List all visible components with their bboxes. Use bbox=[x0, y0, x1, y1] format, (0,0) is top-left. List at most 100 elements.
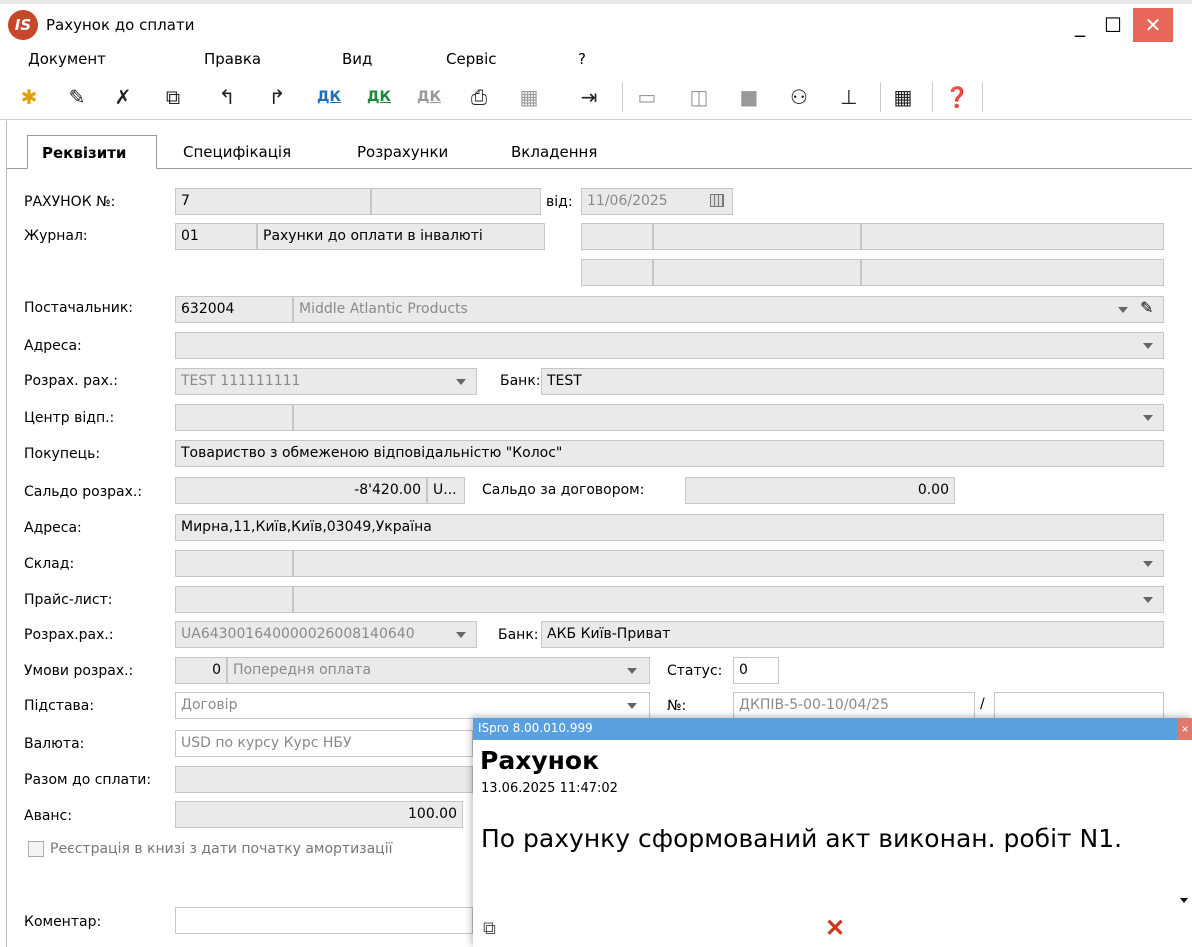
copy-icon[interactable]: ⧉ bbox=[483, 918, 496, 939]
bank2-label: Банк: bbox=[498, 627, 539, 643]
contract-no-field[interactable]: ДКПІВ-5-00-10/04/25 bbox=[733, 692, 975, 719]
toolbar-separator bbox=[982, 82, 983, 112]
chevron-down-icon[interactable] bbox=[627, 703, 637, 709]
pricelist-name-field[interactable] bbox=[293, 586, 1164, 613]
account1-field[interactable]: TEST 111111111 bbox=[175, 368, 477, 395]
menu-view[interactable]: Вид bbox=[342, 50, 372, 68]
menu-help[interactable]: ? bbox=[578, 50, 586, 68]
popup-datetime: 13.06.2025 11:47:02 bbox=[481, 781, 618, 796]
book-icon[interactable]: ◫ bbox=[684, 82, 714, 112]
comment-field[interactable] bbox=[175, 907, 473, 934]
scroll-arrow-icon[interactable] bbox=[1180, 898, 1188, 903]
calendar-icon[interactable] bbox=[710, 194, 724, 207]
status-field[interactable]: 0 bbox=[733, 657, 779, 684]
tab-specification[interactable]: Специфікація bbox=[169, 135, 305, 169]
journal-code-field[interactable]: 01 bbox=[175, 223, 257, 250]
grid-icon[interactable]: ▦ bbox=[888, 82, 918, 112]
chevron-down-icon[interactable] bbox=[456, 379, 466, 385]
chevron-down-icon[interactable] bbox=[1143, 343, 1153, 349]
post-dk-icon[interactable]: ДК bbox=[314, 82, 344, 112]
print-icon[interactable]: ⎙ bbox=[464, 82, 494, 112]
minimize-button[interactable]: _ bbox=[1064, 8, 1096, 42]
chevron-down-icon[interactable] bbox=[1118, 307, 1128, 313]
center-code-field[interactable] bbox=[175, 404, 293, 431]
balance-label: Сальдо розрах.: bbox=[24, 484, 143, 500]
popup-message: По рахунку сформований акт виконан. робі… bbox=[481, 824, 1123, 853]
popup-close-icon[interactable]: × bbox=[1178, 718, 1192, 740]
pricelist-code-field[interactable] bbox=[175, 586, 293, 613]
pricelist-label: Прайс-лист: bbox=[24, 592, 113, 608]
help-icon[interactable]: ❓ bbox=[942, 82, 972, 112]
chevron-down-icon[interactable] bbox=[1143, 415, 1153, 421]
close-button[interactable]: ✕ bbox=[1133, 8, 1173, 42]
balance-field[interactable]: -8'420.00 bbox=[175, 477, 427, 504]
slash-label: / bbox=[980, 696, 985, 712]
users-icon[interactable]: ⚇ bbox=[784, 82, 814, 112]
menu-document[interactable]: Документ bbox=[28, 50, 106, 68]
bank1-label: Банк: bbox=[500, 373, 541, 389]
journal-label: Журнал: bbox=[24, 228, 88, 244]
menu-edit[interactable]: Правка bbox=[204, 50, 261, 68]
invoice-suffix-field[interactable] bbox=[371, 188, 541, 215]
hierarchy-icon[interactable]: ⊥ bbox=[834, 82, 864, 112]
notification-popup: ISpro 8.00.010.999 × Рахунок 13.06.2025 … bbox=[473, 718, 1192, 947]
delete-icon[interactable]: ✕ bbox=[825, 914, 845, 943]
edit-document-icon[interactable]: ✎ bbox=[62, 82, 92, 112]
unpost-dk-icon[interactable]: ДК bbox=[364, 82, 394, 112]
center-name-field[interactable] bbox=[293, 404, 1164, 431]
chevron-down-icon[interactable] bbox=[627, 668, 637, 674]
copy-icon[interactable]: ⧉ bbox=[158, 82, 188, 112]
total-field[interactable] bbox=[175, 766, 473, 793]
move-up-icon[interactable]: ↰ bbox=[212, 82, 242, 112]
journal-name-field[interactable]: Рахунки до оплати в інвалюті bbox=[257, 223, 545, 250]
toolbar: ✱ ✎ ✗ ⧉ ↰ ↱ ДК ДК ДК ⎙ ▦ ⇥ ▭ ◫ ■ ⚇ ⊥ ▦ ❓ bbox=[0, 74, 1192, 120]
contract-suffix-field[interactable] bbox=[994, 692, 1164, 719]
extra-field[interactable] bbox=[861, 259, 1164, 286]
warehouse-code-field[interactable] bbox=[175, 550, 293, 577]
invoice-no-field[interactable]: 7 bbox=[175, 188, 371, 215]
chevron-down-icon[interactable] bbox=[456, 632, 466, 638]
maximize-button[interactable]: ☐ bbox=[1096, 8, 1130, 42]
tab-settlements[interactable]: Розрахунки bbox=[343, 135, 462, 169]
new-document-icon[interactable]: ✱ bbox=[14, 82, 44, 112]
save-icon[interactable]: ▭ bbox=[632, 82, 662, 112]
buyer-field[interactable]: Товариство з обмеженою відповідальністю … bbox=[175, 440, 1164, 467]
advance-field[interactable]: 100.00 bbox=[175, 801, 463, 828]
account2-field[interactable]: UA643001640000026008140640 bbox=[175, 621, 477, 648]
warehouse-name-field[interactable] bbox=[293, 550, 1164, 577]
extra-field[interactable] bbox=[581, 259, 653, 286]
tab-attachments[interactable]: Вкладення bbox=[497, 135, 611, 169]
basis-field[interactable]: Договір bbox=[175, 692, 650, 719]
register-checkbox-label: Реєстрація в книзі з дати початку аморти… bbox=[50, 841, 393, 857]
tab-bar: Реквізити Специфікація Розрахунки Вкладе… bbox=[7, 127, 1192, 169]
currency-field[interactable]: USD по курсу Курс НБУ bbox=[175, 730, 473, 757]
bank2-field[interactable]: АКБ Київ-Приват bbox=[541, 621, 1164, 648]
terms-field[interactable]: Попередня оплата bbox=[227, 657, 650, 684]
delete-document-icon[interactable]: ✗ bbox=[108, 82, 138, 112]
address1-field[interactable] bbox=[175, 332, 1164, 359]
toolbar-separator bbox=[932, 82, 933, 112]
chevron-down-icon[interactable] bbox=[1143, 597, 1153, 603]
chevron-down-icon[interactable] bbox=[1143, 561, 1153, 567]
calculator-icon[interactable]: ▦ bbox=[514, 82, 544, 112]
register-checkbox[interactable] bbox=[28, 841, 44, 857]
address2-field[interactable]: Мирна,11,Київ,Київ,03049,Україна bbox=[175, 514, 1164, 541]
move-down-icon[interactable]: ↱ bbox=[262, 82, 292, 112]
folder-icon[interactable]: ■ bbox=[734, 82, 764, 112]
pencil-icon[interactable]: ✎ bbox=[1140, 298, 1153, 317]
terms-label: Умови розрах.: bbox=[24, 663, 134, 679]
contract-balance-field[interactable]: 0.00 bbox=[685, 477, 955, 504]
supplier-name-field[interactable]: Middle Atlantic Products bbox=[293, 296, 1164, 323]
terms-code-field[interactable]: 0 bbox=[175, 657, 227, 684]
supplier-code-field[interactable]: 632004 bbox=[175, 296, 293, 323]
menu-service[interactable]: Сервіс bbox=[446, 50, 496, 68]
tab-requisites[interactable]: Реквізити bbox=[27, 135, 157, 169]
extra-field[interactable] bbox=[861, 223, 1164, 250]
dk-disabled-icon[interactable]: ДК bbox=[414, 82, 444, 112]
extra-field[interactable] bbox=[581, 223, 653, 250]
extra-field[interactable] bbox=[653, 223, 861, 250]
bank1-field[interactable]: TEST bbox=[541, 368, 1164, 395]
balance-currency-field[interactable]: U... bbox=[427, 477, 465, 504]
extra-field[interactable] bbox=[653, 259, 861, 286]
exit-icon[interactable]: ⇥ bbox=[574, 82, 604, 112]
